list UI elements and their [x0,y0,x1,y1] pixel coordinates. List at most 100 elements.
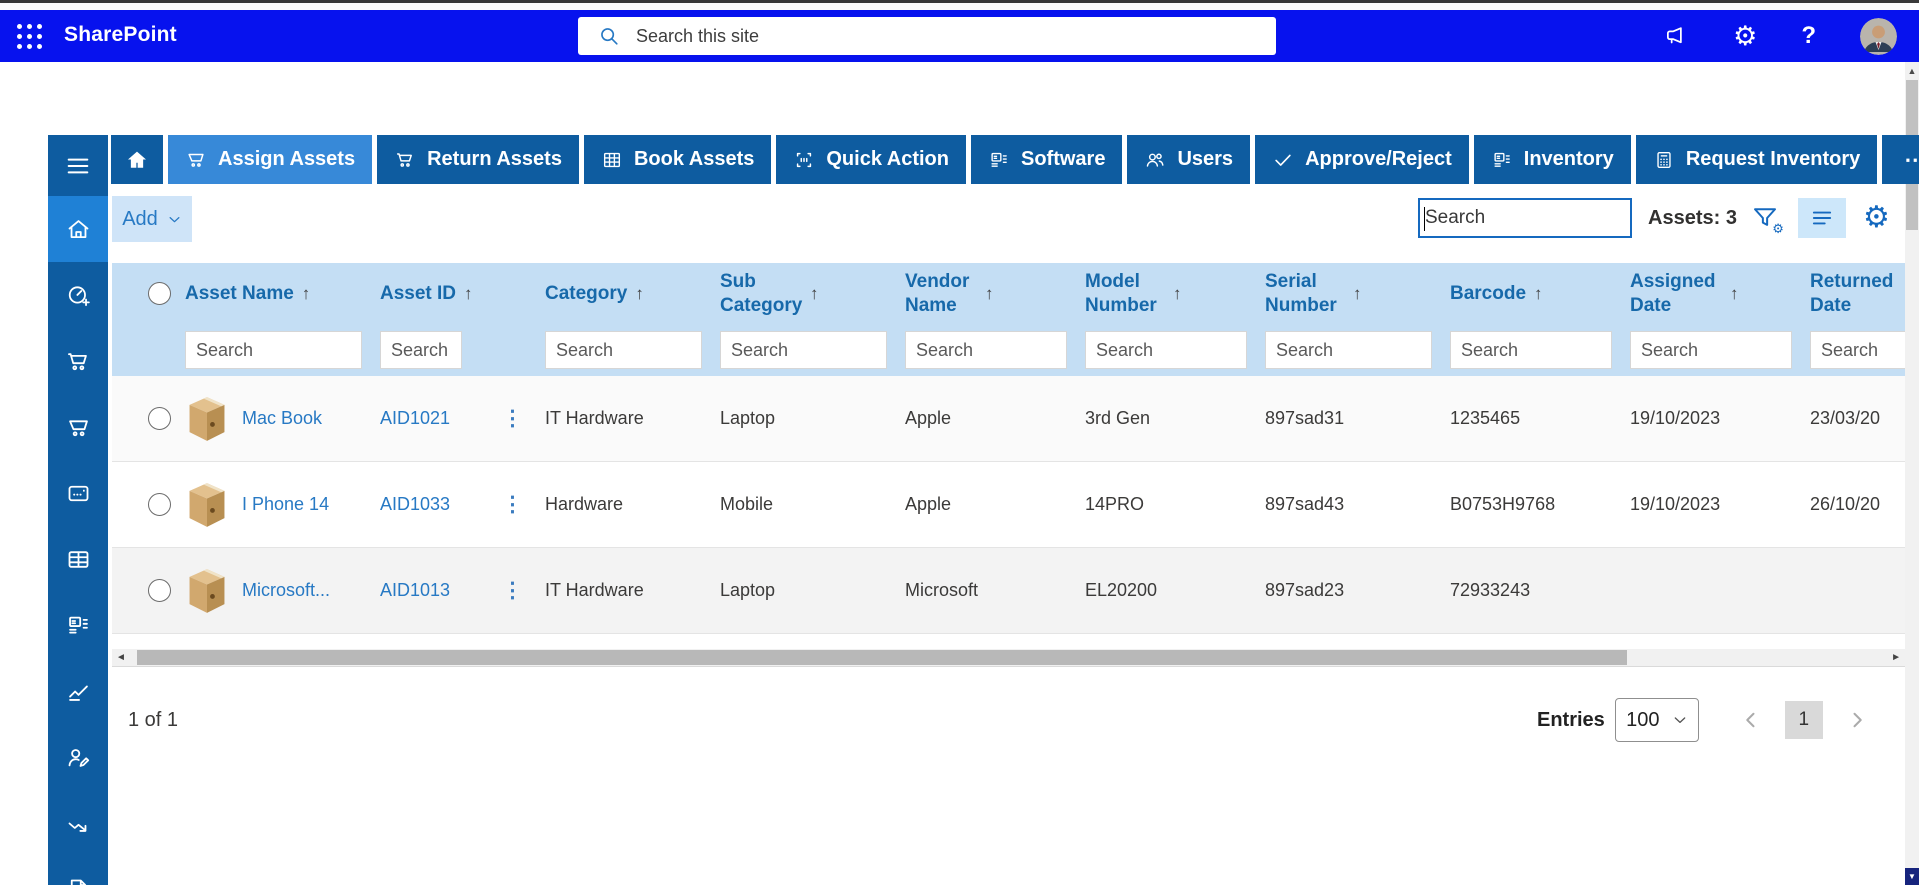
list-view-button[interactable] [1797,198,1846,238]
site-search-input[interactable] [636,25,1196,47]
current-page-button[interactable]: 1 [1784,701,1823,739]
home-icon [127,151,147,168]
vertical-scrollbar[interactable]: ▲ ▼ [1905,62,1919,885]
asset-name-link[interactable]: Microsoft... [242,580,330,601]
filter-settings-button[interactable]: ⚙ [1750,203,1784,236]
sidebar-item-inventory[interactable] [48,592,108,658]
select-row-radio[interactable] [148,493,171,516]
sidebar-item-return-assets[interactable] [48,394,108,460]
column-header-sub-category[interactable]: Sub Category ↑ [720,270,905,318]
sidebar-item-assign-assets[interactable] [48,328,108,394]
tab-return-assets[interactable]: Return Assets [377,135,579,184]
asset-search-input[interactable] [1420,200,1630,236]
filter-asset-id-input[interactable] [380,331,462,369]
view-settings-gear-icon[interactable]: ⚙ [1863,203,1890,233]
filter-asset-name-input[interactable] [185,331,362,369]
horizontal-scrollbar-thumb[interactable] [137,650,1627,665]
asset-id-link[interactable]: AID1013 [380,580,450,600]
scroll-down-arrow-icon[interactable]: ▼ [1905,868,1919,885]
sidebar-item-depreciation[interactable] [48,790,108,856]
sidebar-item-bookings[interactable] [48,460,108,526]
tab-users[interactable]: Users [1127,135,1251,184]
asset-id-link[interactable]: AID1033 [380,494,450,514]
cart-icon [188,153,204,167]
trend-arrow-icon [68,822,86,832]
cell-barcode: 1235465 [1450,408,1521,428]
row-menu-button[interactable]: ⋮ [480,407,523,430]
board-icon [1494,152,1510,167]
select-row-radio[interactable] [148,407,171,430]
column-header-category[interactable]: Category ↑ [545,282,720,306]
cell-vendor: Apple [905,408,952,428]
asset-search-box[interactable] [1418,198,1632,238]
cart-icon [67,352,87,370]
tab-home[interactable] [111,135,163,184]
cell-serial: 897sad43 [1265,494,1345,514]
entries-per-page-select[interactable]: 100 [1614,698,1699,742]
column-header-model-number[interactable]: Model Number ↑ [1085,270,1265,318]
filter-category-input[interactable] [545,331,702,369]
home-icon [68,219,88,238]
column-header-asset-id[interactable]: Asset ID ↑ [380,282,480,306]
tab-book-assets[interactable]: Book Assets [583,135,772,184]
sidebar-item-home[interactable] [48,196,108,262]
column-header-serial-number[interactable]: Serial Number ↑ [1265,270,1450,318]
scroll-right-arrow-icon[interactable]: ► [1891,652,1901,663]
table-row: Microsoft... AID1013 ⋮ IT Hardware Lapto… [112,548,1905,634]
horizontal-scrollbar[interactable]: ◄ ► [112,649,1905,667]
asset-id-link[interactable]: AID1021 [380,408,450,428]
check-icon [1275,154,1291,166]
add-button[interactable]: Add [112,196,192,242]
tab-assign-assets[interactable]: Assign Assets [168,135,373,184]
help-icon[interactable]: ? [1801,22,1816,50]
select-row-radio[interactable] [148,579,171,602]
sidebar-item-user-admin[interactable] [48,724,108,790]
filter-serial-input[interactable] [1265,331,1432,369]
sidebar-menu-toggle[interactable] [48,135,108,196]
add-button-label: Add [122,207,158,230]
filter-sub-category-input[interactable] [720,331,887,369]
next-page-button[interactable] [1847,710,1867,730]
megaphone-icon[interactable] [1663,23,1689,49]
select-all-radio[interactable] [148,282,171,305]
filter-assigned-date-input[interactable] [1630,331,1792,369]
cell-returned-date: 23/03/20 [1810,408,1881,428]
row-menu-button[interactable]: ⋮ [480,579,523,602]
column-header-returned-date[interactable]: Returned Date [1810,270,1905,318]
filter-returned-date-input[interactable] [1810,331,1905,369]
scan-icon [797,152,812,167]
app-launcher-waffle-icon[interactable] [15,22,44,51]
tab-more-overflow[interactable]: ⋯ [1882,135,1919,184]
tab-approve-reject[interactable]: Approve/Reject [1255,135,1469,184]
cell-serial: 897sad31 [1265,408,1345,428]
column-header-vendor-name[interactable]: Vendor Name ↑ [905,270,1085,318]
tab-quick-action[interactable]: Quick Action [776,135,966,184]
asset-name-link[interactable]: I Phone 14 [242,494,329,515]
tab-inventory[interactable]: Inventory [1473,135,1631,184]
cell-sub-category: Mobile [720,494,774,514]
tab-software[interactable]: Software [970,135,1123,184]
scroll-left-arrow-icon[interactable]: ◄ [116,652,126,663]
package-icon [189,568,225,613]
sidebar-item-reports[interactable] [48,658,108,724]
site-search-box[interactable] [578,17,1276,55]
row-menu-button[interactable]: ⋮ [480,493,523,516]
brand-title[interactable]: SharePoint [64,23,177,47]
user-avatar[interactable] [1860,17,1897,55]
sidebar-item-documents[interactable] [48,856,108,885]
asset-name-link[interactable]: Mac Book [242,408,322,429]
scroll-up-arrow-icon[interactable]: ▲ [1905,64,1919,78]
column-header-asset-name[interactable]: Asset Name ↑ [185,282,380,306]
filter-barcode-input[interactable] [1450,331,1612,369]
sidebar-item-table[interactable] [48,526,108,592]
filter-vendor-input[interactable] [905,331,1067,369]
sidebar-item-dashboard[interactable] [48,262,108,328]
column-header-assigned-date[interactable]: Assigned Date ↑ [1630,270,1810,318]
table-row: I Phone 14 AID1033 ⋮ Hardware Mobile App… [112,462,1905,548]
settings-gear-icon[interactable]: ⚙ [1733,23,1757,50]
column-header-barcode[interactable]: Barcode ↑ [1450,282,1630,306]
tab-request-inventory[interactable]: Request Inventory [1635,135,1878,184]
sort-asc-icon: ↑ [635,283,644,303]
filter-model-input[interactable] [1085,331,1247,369]
prev-page-button[interactable] [1741,710,1761,730]
